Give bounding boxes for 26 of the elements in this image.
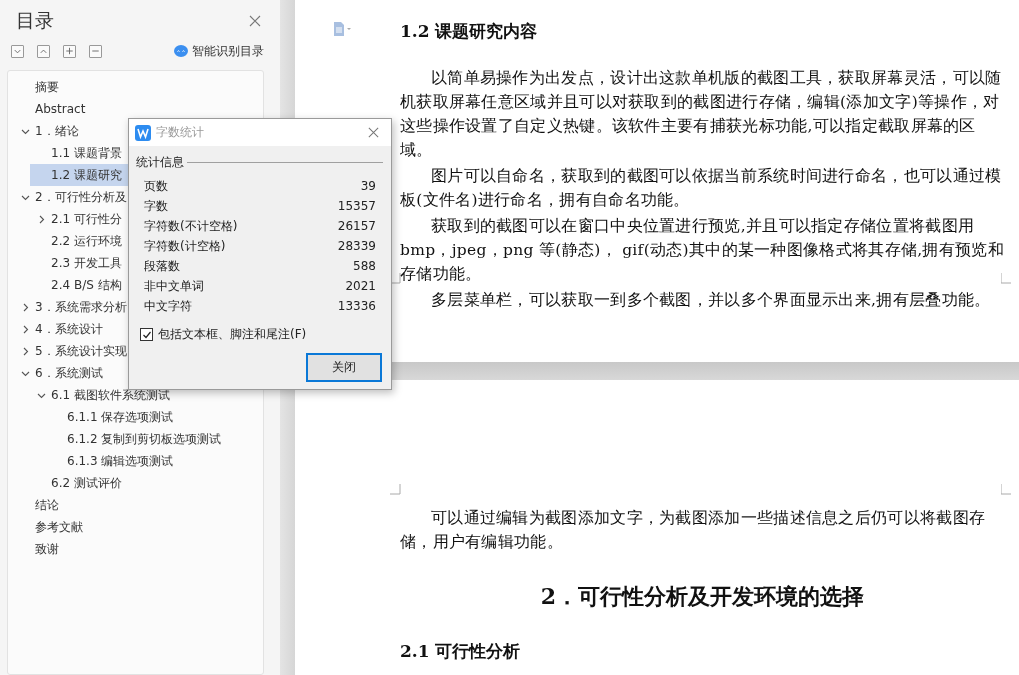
body-paragraph: 多层菜单栏，可以获取一到多个截图，并以多个界面显示出来,拥有层叠功能。 [430, 290, 992, 311]
stat-value: 28339 [337, 239, 376, 253]
stat-value: 39 [360, 179, 376, 193]
stat-value: 15357 [337, 199, 376, 213]
stat-value: 13336 [337, 299, 376, 313]
section-heading: 2.1 可行性分析 [400, 640, 522, 663]
stat-value: 588 [353, 259, 376, 273]
stat-label: 字数 [144, 197, 168, 215]
dialog-title: 字数统计 [156, 124, 205, 141]
group-label: 统计信息 [136, 154, 184, 171]
body-paragraph: 获取到的截图可以在窗口中央位置进行预览,并且可以指定存储位置将截图用 bmp，jpeg，png 等(静态)， gif(动态)其中的某一种图像格式将其存储,拥有预览和存储功能。 [400, 216, 1005, 285]
body-paragraph: 可以通过编辑为截图添加文字，为截图添加一些描述信息之后仍可以将截图存储，用户有编辑功能。 [400, 508, 987, 553]
stat-label: 非中文单词 [144, 277, 204, 295]
section-heading: 1.2 课题研究内容 [400, 20, 539, 43]
stat-value: 2021 [345, 279, 376, 293]
chapter-heading: 2．可行性分析及开发环境的选择 [539, 582, 866, 611]
body-paragraph: 图片可以自命名，获取到的截图可以依据当前系统时间进行命名，也可以通过模板(文件名)进行命名，拥有自命名功能。 [400, 166, 1003, 211]
stat-label: 段落数 [144, 257, 180, 275]
stat-label: 页数 [144, 177, 168, 195]
stat-value: 26157 [337, 219, 376, 233]
panel-title: 目录 [16, 8, 54, 33]
stat-label: 字符数(计空格) [144, 237, 226, 255]
body-paragraph: 以简单易操作为出发点，设计出这款单机版的截图工具，获取屏幕灵活，可以随机获取屏幕任意区域并且可以对获取到的截图进行存储，编辑(添加文字)等操作，对这些操作设置了自定义热键。该软件主要有捕获光标功能,可以指定截取屏幕的区域。 [400, 68, 1003, 161]
stat-label: 字符数(不计空格) [144, 217, 238, 235]
stat-label: 中文字符 [144, 297, 192, 315]
checkbox-label: 包括文本框、脚注和尾注(F) [158, 326, 307, 343]
